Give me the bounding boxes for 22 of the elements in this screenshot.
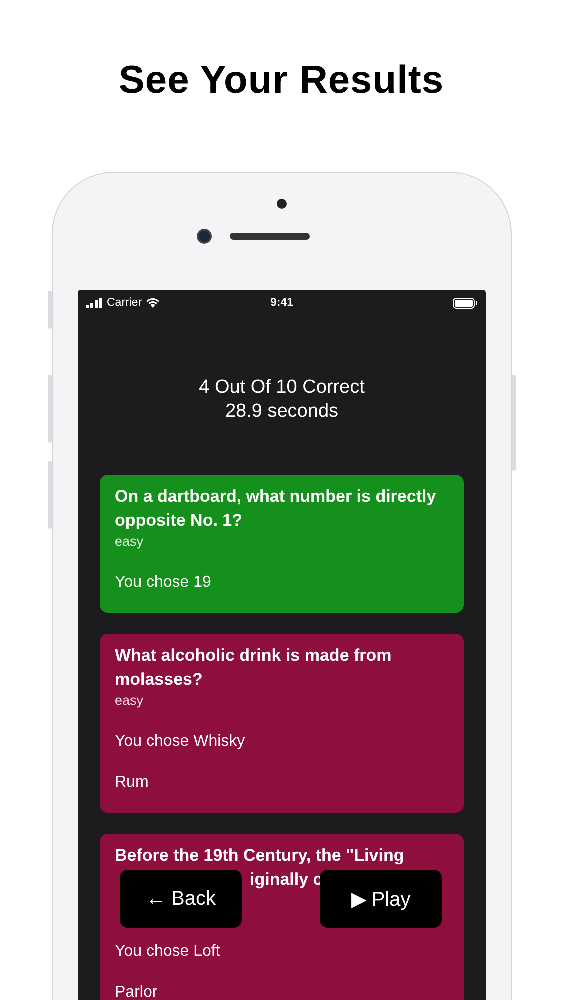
nav-button[interactable]: ← Back <box>120 870 242 928</box>
correct-answer: Parlor <box>115 983 159 1000</box>
chosen-answer: You chose Whisky <box>115 732 246 752</box>
question-text: Before the 19th Century, the "Living <box>115 845 406 867</box>
camera-lens <box>196 229 212 244</box>
difficulty-label: easy <box>115 692 145 710</box>
chosen-answer: You chose Loft <box>115 942 222 962</box>
chosen-answer: You chose 19 <box>115 573 212 593</box>
question-text: What alcoholic drink is made from molasses? <box>115 645 393 691</box>
clock-time: 9:41 <box>270 297 294 309</box>
wifi-icon <box>146 298 160 308</box>
page-heading: See Your Results <box>118 59 444 103</box>
correct-answer: Rum <box>115 773 150 793</box>
nav-button[interactable]: ▶ Play <box>320 870 442 928</box>
question-text: On a dartboard, what number is directly opposite No. 1? <box>115 486 438 532</box>
carrier-label: Carrier <box>107 297 142 309</box>
difficulty-label: easy <box>115 533 145 551</box>
signal-icon <box>86 298 103 308</box>
elapsed-time: 28.9 seconds <box>224 400 340 424</box>
battery-icon <box>453 298 478 308</box>
sensor-dot <box>277 199 287 209</box>
score-text: 4 Out Of 10 Correct <box>198 376 366 400</box>
